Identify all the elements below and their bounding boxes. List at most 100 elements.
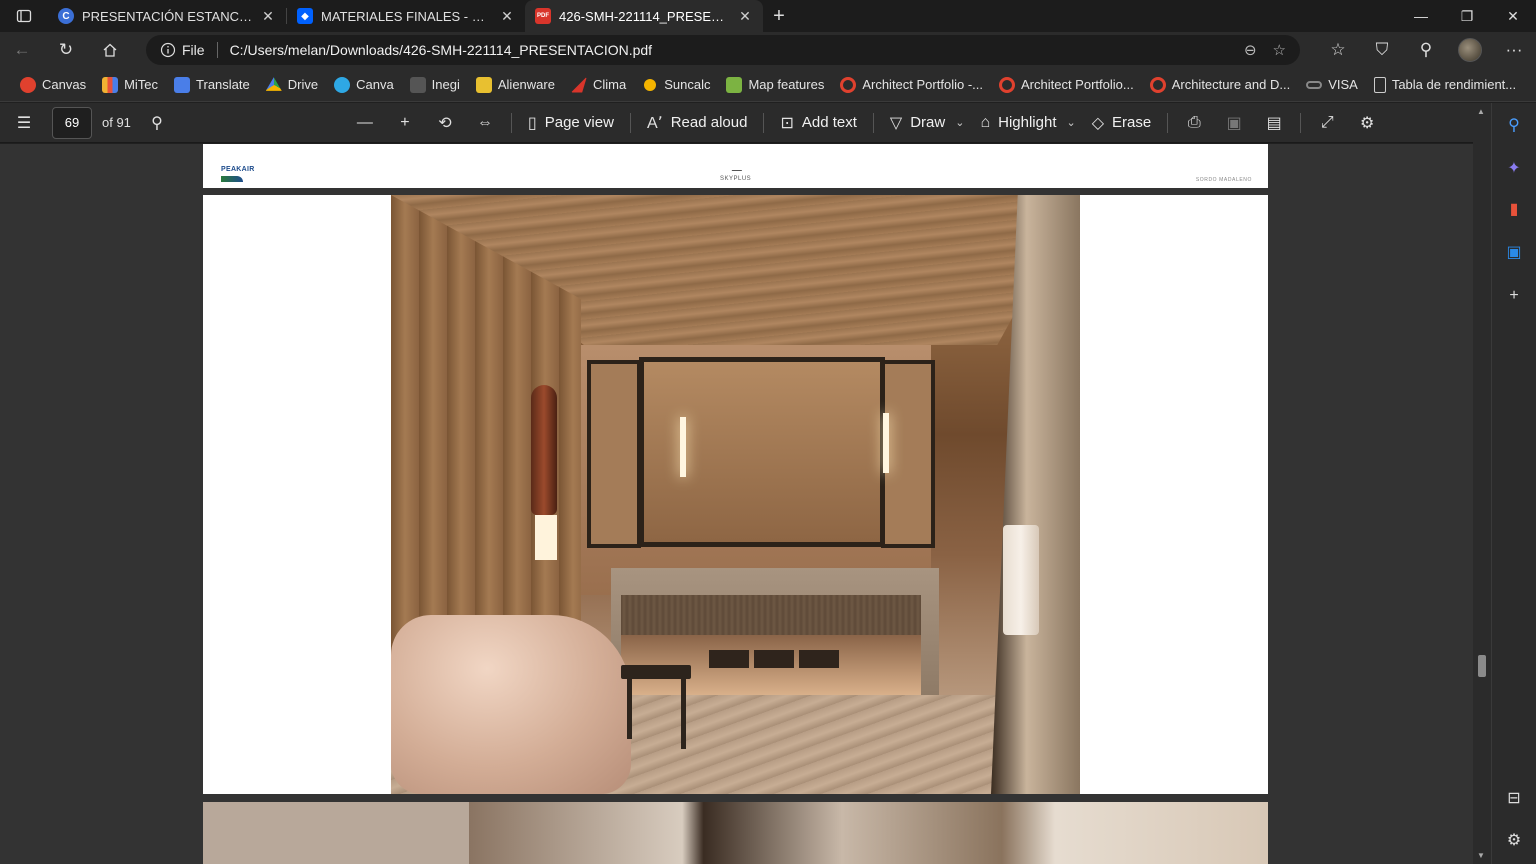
site-info-button[interactable]: File <box>160 42 205 58</box>
bookmark-label: Translate <box>196 77 250 92</box>
bookmark-inegi[interactable]: Inegi <box>402 71 468 99</box>
table-of-contents-button[interactable]: ☰ <box>4 103 44 143</box>
render-window <box>535 515 557 560</box>
window-controls: — ❐ ✕ <box>1398 0 1536 32</box>
bookmark-suncalc[interactable]: Suncalc <box>634 71 718 99</box>
back-button[interactable]: ← <box>0 32 44 68</box>
close-window-icon[interactable]: ✕ <box>1490 0 1536 32</box>
portfolio-icon <box>998 76 1015 93</box>
page-view-label: Page view <box>544 114 614 131</box>
sordo-madaleno-logo: SORDO MADALENO <box>1195 177 1252 183</box>
highlight-options-chevron-down-icon[interactable]: ⌄ <box>1067 116 1082 129</box>
portfolio-icon <box>840 76 857 93</box>
scheme-label: File <box>182 42 205 58</box>
fit-width-button[interactable]: ⇔ <box>465 103 505 143</box>
page-view-button[interactable]: ▯ Page view <box>518 103 624 143</box>
favorites-button[interactable]: ☆ <box>1316 32 1360 68</box>
save-as-button[interactable]: ▤ <box>1254 103 1294 143</box>
bookmark-tabla-rendimiento[interactable]: Tabla de rendimient... <box>1366 71 1524 99</box>
hide-sidebar-icon[interactable]: ⊟ <box>1502 786 1526 810</box>
bookmark-visa[interactable]: VISA <box>1298 71 1366 99</box>
link-icon <box>1306 80 1323 89</box>
page-number-input[interactable] <box>52 106 92 139</box>
bookmark-label: VISA <box>1328 77 1358 92</box>
browser-essentials-button[interactable]: ⛉ <box>1360 32 1404 68</box>
bookmark-canva[interactable]: Canva <box>326 71 402 99</box>
refresh-icon: ↻ <box>58 40 74 59</box>
print-button[interactable]: ⎙ <box>1174 103 1214 143</box>
search-sidebar-icon[interactable]: ⚲ <box>1502 113 1526 137</box>
tab-3-active[interactable]: PDF 426-SMH-221114_PRESENTACIO ✕ <box>525 0 763 32</box>
url-text[interactable]: C:/Users/melan/Downloads/426-SMH-221114_… <box>230 42 653 58</box>
minimize-icon[interactable]: — <box>1398 0 1444 32</box>
zoom-out-icon[interactable]: ⊖ <box>1244 41 1257 59</box>
pdf-page-header: PEAKAIR SKYPLUS SORDO MADALENO <box>203 144 1268 188</box>
save-button[interactable]: ▣ <box>1214 103 1254 143</box>
render-wall-sculpture <box>531 385 557 515</box>
bookmark-architect-portfolio-2[interactable]: Architect Portfolio... <box>991 71 1142 99</box>
close-tab-icon[interactable]: ✕ <box>737 8 753 25</box>
read-aloud-label: Read aloud <box>670 114 748 131</box>
settings-menu-button[interactable]: ··· <box>1492 32 1536 68</box>
pdf-viewer[interactable]: PEAKAIR SKYPLUS SORDO MADALENO <box>0 144 1473 864</box>
rotate-button[interactable]: ⟲ <box>425 103 465 143</box>
add-sidebar-app-icon[interactable]: + <box>1502 284 1526 308</box>
tab-actions-button[interactable] <box>0 0 48 32</box>
draw-options-chevron-down-icon[interactable]: ⌄ <box>955 116 970 129</box>
scroll-up-icon[interactable]: ▲ <box>1477 107 1485 116</box>
scroll-thumb[interactable] <box>1478 655 1486 677</box>
pdf-settings-button[interactable]: ⚙ <box>1347 103 1387 143</box>
tab-strip: C PRESENTACIÓN ESTANCIA - Pres ✕ ◆ MATER… <box>0 0 1536 32</box>
address-bar[interactable]: File C:/Users/melan/Downloads/426-SMH-22… <box>146 35 1300 65</box>
close-tab-icon[interactable]: ✕ <box>260 8 276 25</box>
scroll-down-icon[interactable]: ▼ <box>1477 851 1485 860</box>
office-icon[interactable]: ▮ <box>1502 197 1526 221</box>
bookmark-translate[interactable]: Translate <box>166 71 258 99</box>
bookmark-label: Architecture and D... <box>1171 77 1291 92</box>
draw-button[interactable]: ▽ Draw <box>880 103 955 143</box>
bookmark-mitec[interactable]: MiTec <box>94 71 166 99</box>
bookmark-architecture-and-design[interactable]: Architecture and D... <box>1142 71 1299 99</box>
extensions-button[interactable]: ⚲ <box>1404 32 1448 68</box>
bookmark-architect-portfolio-1[interactable]: Architect Portfolio -... <box>832 71 991 99</box>
add-favorite-icon[interactable]: ☆ <box>1273 41 1286 59</box>
zoom-in-button[interactable]: + <box>385 103 425 143</box>
bookmark-drive[interactable]: Drive <box>258 71 326 99</box>
outlook-icon[interactable]: ▣ <box>1502 240 1526 264</box>
bookmark-label: Alienware <box>497 77 555 92</box>
bookmark-canvas[interactable]: Canvas <box>12 71 94 99</box>
more-icon: ··· <box>1505 40 1523 59</box>
favorites-bar: Canvas MiTec Translate Drive Canva Inegi… <box>0 68 1536 102</box>
find-button[interactable]: ⚲ <box>137 103 177 143</box>
home-button[interactable] <box>88 32 132 68</box>
pdf-page <box>203 195 1268 794</box>
document-icon <box>1373 76 1386 93</box>
tab-2[interactable]: ◆ MATERIALES FINALES - Dropbox ✕ <box>287 0 525 32</box>
profile-button[interactable] <box>1448 32 1492 68</box>
erase-button[interactable]: ◇ Erase <box>1082 103 1162 143</box>
toolbar-divider <box>1300 112 1302 133</box>
tab-1[interactable]: C PRESENTACIÓN ESTANCIA - Pres ✕ <box>48 0 286 32</box>
bookmark-map-features[interactable]: Map features <box>718 71 832 99</box>
highlight-button[interactable]: ⌂ Highlight <box>970 103 1066 143</box>
canva-favicon-icon: C <box>58 8 74 24</box>
read-aloud-button[interactable]: A՚ Read aloud <box>637 103 758 143</box>
zoom-out-button[interactable]: — <box>345 103 385 143</box>
info-icon <box>160 42 176 58</box>
text-box-icon: ⊡ <box>780 114 794 132</box>
next-pdf-page-preview <box>203 802 1268 864</box>
refresh-button[interactable]: ↻ <box>44 32 88 68</box>
add-text-button[interactable]: ⊡ Add text <box>770 103 866 143</box>
erase-label: Erase <box>1112 114 1152 131</box>
fullscreen-button[interactable]: ⤢ <box>1307 103 1347 143</box>
bookmark-label: Suncalc <box>664 77 711 92</box>
sidebar-settings-gear-icon[interactable]: ⚙ <box>1502 828 1526 852</box>
copilot-icon[interactable]: ✦ <box>1502 156 1526 180</box>
close-tab-icon[interactable]: ✕ <box>499 8 515 25</box>
bookmark-alienware[interactable]: Alienware <box>468 71 563 99</box>
vertical-scrollbar[interactable]: ▲ ▼ <box>1473 103 1491 864</box>
restore-icon[interactable]: ❐ <box>1444 0 1490 32</box>
bookmark-clima[interactable]: Clima <box>563 71 634 99</box>
list-icon: ☰ <box>16 114 32 132</box>
new-tab-button[interactable]: + <box>763 0 795 32</box>
